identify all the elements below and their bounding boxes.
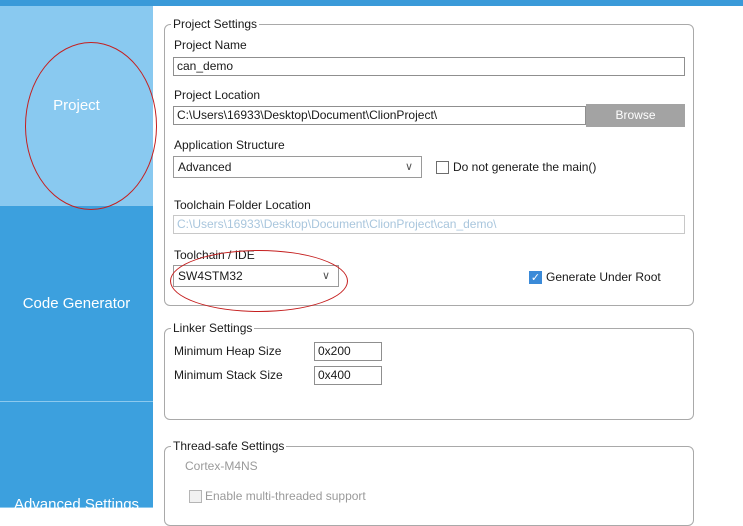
min-stack-label: Minimum Stack Size bbox=[174, 368, 283, 382]
do-not-generate-main-checkbox[interactable] bbox=[436, 161, 449, 174]
tab-project[interactable]: Project bbox=[0, 6, 153, 206]
project-settings-legend: Project Settings bbox=[171, 17, 260, 31]
tab-advanced-settings[interactable]: Advanced Settings bbox=[0, 402, 153, 513]
enable-multithread-checkbox bbox=[189, 490, 202, 503]
project-location-input[interactable]: C:\Users\16933\Desktop\Document\ClionPro… bbox=[173, 106, 586, 125]
toolchain-ide-select[interactable]: SW4STM32 ∨ bbox=[173, 265, 339, 287]
toolchain-ide-value: SW4STM32 bbox=[178, 269, 243, 283]
toolchain-ide-label: Toolchain / IDE bbox=[174, 248, 255, 262]
sidebar: Project Code Generator Advanced Settings bbox=[0, 6, 153, 513]
toolchain-folder-input: C:\Users\16933\Desktop\Document\ClionPro… bbox=[173, 215, 685, 234]
application-structure-select[interactable]: Advanced ∨ bbox=[173, 156, 422, 178]
min-heap-label: Minimum Heap Size bbox=[174, 344, 282, 358]
project-name-input[interactable]: can_demo bbox=[173, 57, 685, 76]
thread-safe-settings-group: Thread-safe Settings bbox=[164, 439, 694, 526]
generate-under-root-label: Generate Under Root bbox=[546, 270, 661, 284]
thread-safe-settings-legend: Thread-safe Settings bbox=[171, 439, 287, 453]
checkmark-icon: ✓ bbox=[530, 272, 541, 284]
tab-advanced-settings-label: Advanced Settings bbox=[13, 496, 140, 513]
tab-code-generator-label: Code Generator bbox=[22, 295, 131, 312]
application-structure-label: Application Structure bbox=[174, 138, 285, 152]
tab-project-label: Project bbox=[53, 97, 100, 114]
min-stack-input[interactable]: 0x400 bbox=[314, 366, 382, 385]
linker-settings-legend: Linker Settings bbox=[171, 321, 255, 335]
cortex-core-label: Cortex-M4NS bbox=[185, 459, 258, 473]
chevron-down-icon: ∨ bbox=[404, 161, 413, 173]
generate-under-root-checkbox[interactable]: ✓ bbox=[529, 271, 542, 284]
tab-code-generator[interactable]: Code Generator bbox=[0, 206, 153, 402]
enable-multithread-label: Enable multi-threaded support bbox=[205, 489, 366, 503]
browse-button[interactable]: Browse bbox=[586, 104, 685, 127]
main-panel: Project Settings Project Name can_demo P… bbox=[153, 6, 743, 526]
application-structure-value: Advanced bbox=[178, 160, 232, 174]
min-heap-input[interactable]: 0x200 bbox=[314, 342, 382, 361]
do-not-generate-main-label: Do not generate the main() bbox=[453, 160, 597, 174]
project-name-label: Project Name bbox=[174, 38, 247, 52]
chevron-down-icon: ∨ bbox=[321, 270, 330, 282]
project-location-label: Project Location bbox=[174, 88, 261, 102]
toolchain-folder-label: Toolchain Folder Location bbox=[174, 198, 311, 212]
